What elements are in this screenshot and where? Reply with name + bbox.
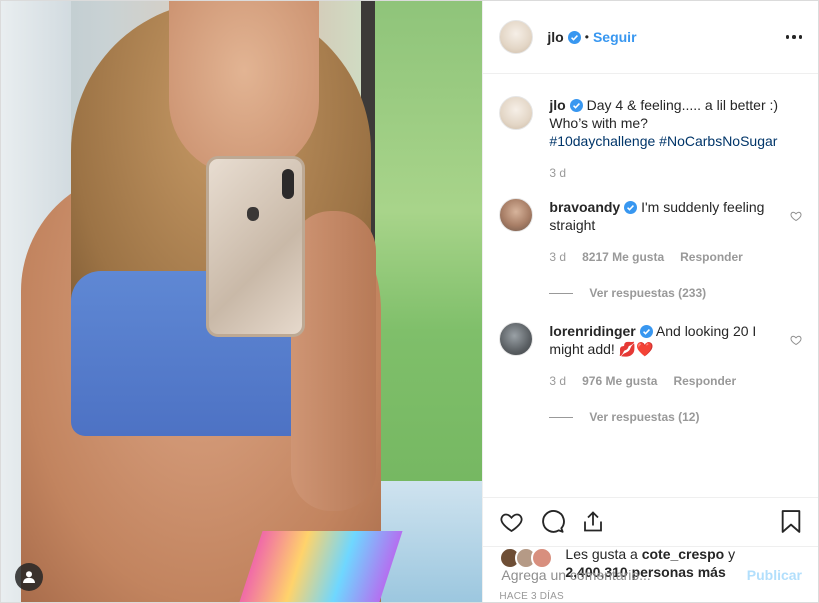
post-modal: jlo • Seguir jlo Day 4 & feeling..... a … (0, 0, 819, 603)
caption-time[interactable]: 3 d (549, 164, 566, 182)
comment-like-heart-icon[interactable] (790, 210, 802, 222)
replies-line (549, 292, 574, 294)
comment-like-heart-icon[interactable] (790, 334, 802, 346)
verified-badge-icon (624, 201, 638, 214)
tagged-users-button[interactable] (15, 563, 43, 591)
comments-list[interactable]: jlo Day 4 & feeling..... a lil better :)… (483, 74, 818, 497)
caption-meta: 3 d (549, 164, 802, 182)
comment-time[interactable]: 3 d (549, 248, 566, 266)
follow-button[interactable]: Seguir (593, 29, 637, 45)
reply-button[interactable]: Responder (680, 248, 743, 266)
post-photo[interactable] (1, 1, 483, 602)
reply-button[interactable]: Responder (673, 372, 736, 390)
comment-likes[interactable]: 976 Me gusta (582, 372, 657, 390)
view-replies-label: Ver respuestas (12) (589, 410, 700, 424)
more-options-icon[interactable] (785, 35, 802, 39)
caption-avatar[interactable] (499, 96, 534, 130)
comment-item: bravoandy I'm suddenly feeling straight … (499, 198, 802, 266)
comment-body: bravoandy I'm suddenly feeling straight … (549, 198, 774, 266)
comment-item: lorenridinger And looking 20 I might add… (499, 322, 802, 390)
caption-body: jlo Day 4 & feeling..... a lil better :)… (549, 96, 802, 182)
view-replies-button[interactable]: Ver respuestas (12) (549, 410, 802, 424)
publish-button[interactable]: Publicar (747, 567, 802, 583)
verified-badge-icon (567, 30, 581, 44)
user-icon (23, 571, 35, 583)
photo-phone (206, 156, 305, 337)
caption-text: Day 4 & feeling..... a lil better :) Who… (549, 97, 779, 131)
replies-line (549, 416, 574, 418)
phone-camera (282, 169, 294, 199)
add-comment-box: Publicar (483, 546, 818, 602)
hashtag-link[interactable]: #10daychallenge (549, 133, 655, 149)
comment-body: lorenridinger And looking 20 I might add… (549, 322, 774, 390)
share-icon[interactable] (581, 509, 605, 534)
author-avatar[interactable] (499, 20, 534, 54)
commenter-avatar[interactable] (499, 198, 534, 232)
caption-username[interactable]: jlo (549, 97, 565, 113)
comment-bubble-icon[interactable] (540, 509, 566, 534)
comment-time[interactable]: 3 d (549, 372, 566, 390)
photo-pants (239, 531, 403, 602)
post-side-panel: jlo • Seguir jlo Day 4 & feeling..... a … (482, 1, 818, 602)
view-replies-label: Ver respuestas (233) (589, 286, 707, 300)
hashtag-link[interactable]: #NoCarbsNoSugar (659, 133, 777, 149)
post-actions (483, 497, 818, 545)
post-header: jlo • Seguir (483, 1, 818, 74)
phone-logo (247, 207, 259, 221)
verified-badge-icon (639, 325, 653, 338)
comment-likes[interactable]: 8217 Me gusta (582, 248, 664, 266)
commenter-avatar[interactable] (499, 322, 534, 356)
comment-input[interactable] (499, 565, 747, 584)
caption: jlo Day 4 & feeling..... a lil better :)… (499, 74, 802, 182)
comment-meta: 3 d 8217 Me gusta Responder (549, 248, 774, 266)
comment-meta: 3 d 976 Me gusta Responder (549, 372, 774, 390)
like-heart-icon[interactable] (499, 510, 524, 534)
author-username[interactable]: jlo (547, 29, 563, 45)
photo-face (169, 1, 319, 176)
verified-badge-icon (569, 99, 583, 112)
comment-username[interactable]: lorenridinger (549, 323, 635, 339)
comment-username[interactable]: bravoandy (549, 199, 620, 215)
view-replies-button[interactable]: Ver respuestas (233) (549, 286, 802, 300)
separator-dot: • (584, 30, 589, 44)
bookmark-icon[interactable] (780, 509, 802, 534)
